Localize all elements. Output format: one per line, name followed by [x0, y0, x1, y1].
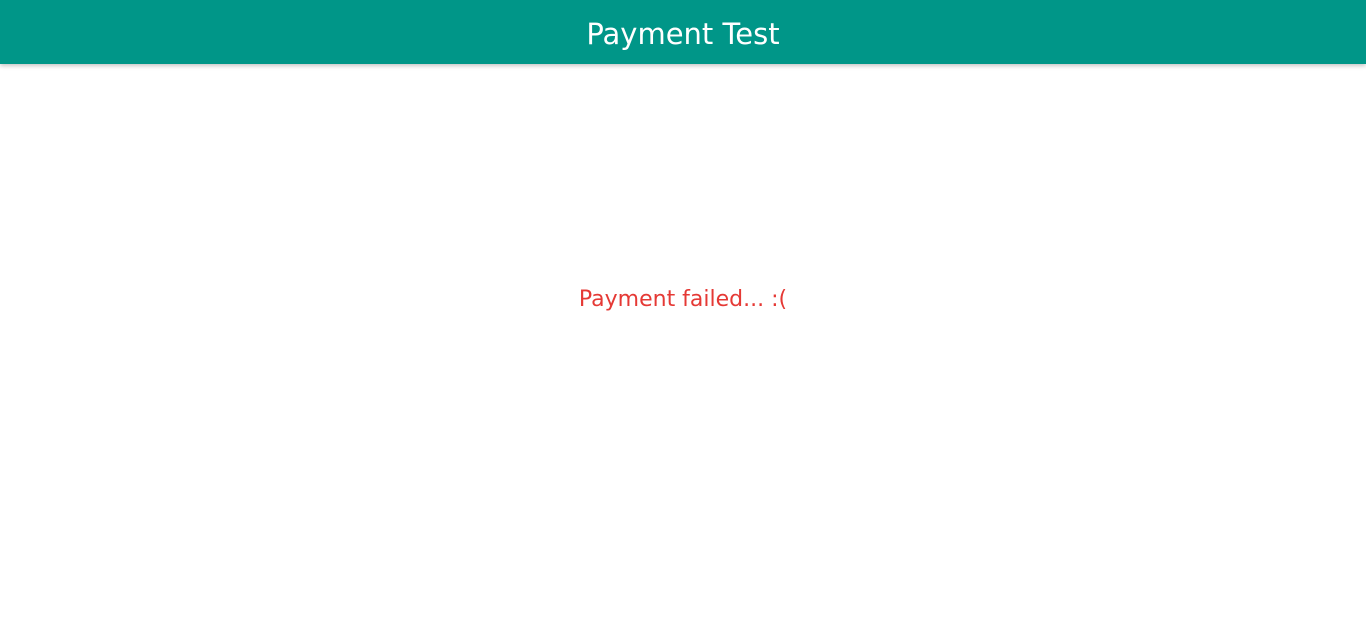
main-content: Payment failed... :(	[0, 64, 1366, 623]
page-title: Payment Test	[586, 16, 780, 51]
payment-status-message: Payment failed... :(	[578, 287, 788, 312]
app-bar: Payment Test	[0, 0, 1366, 64]
